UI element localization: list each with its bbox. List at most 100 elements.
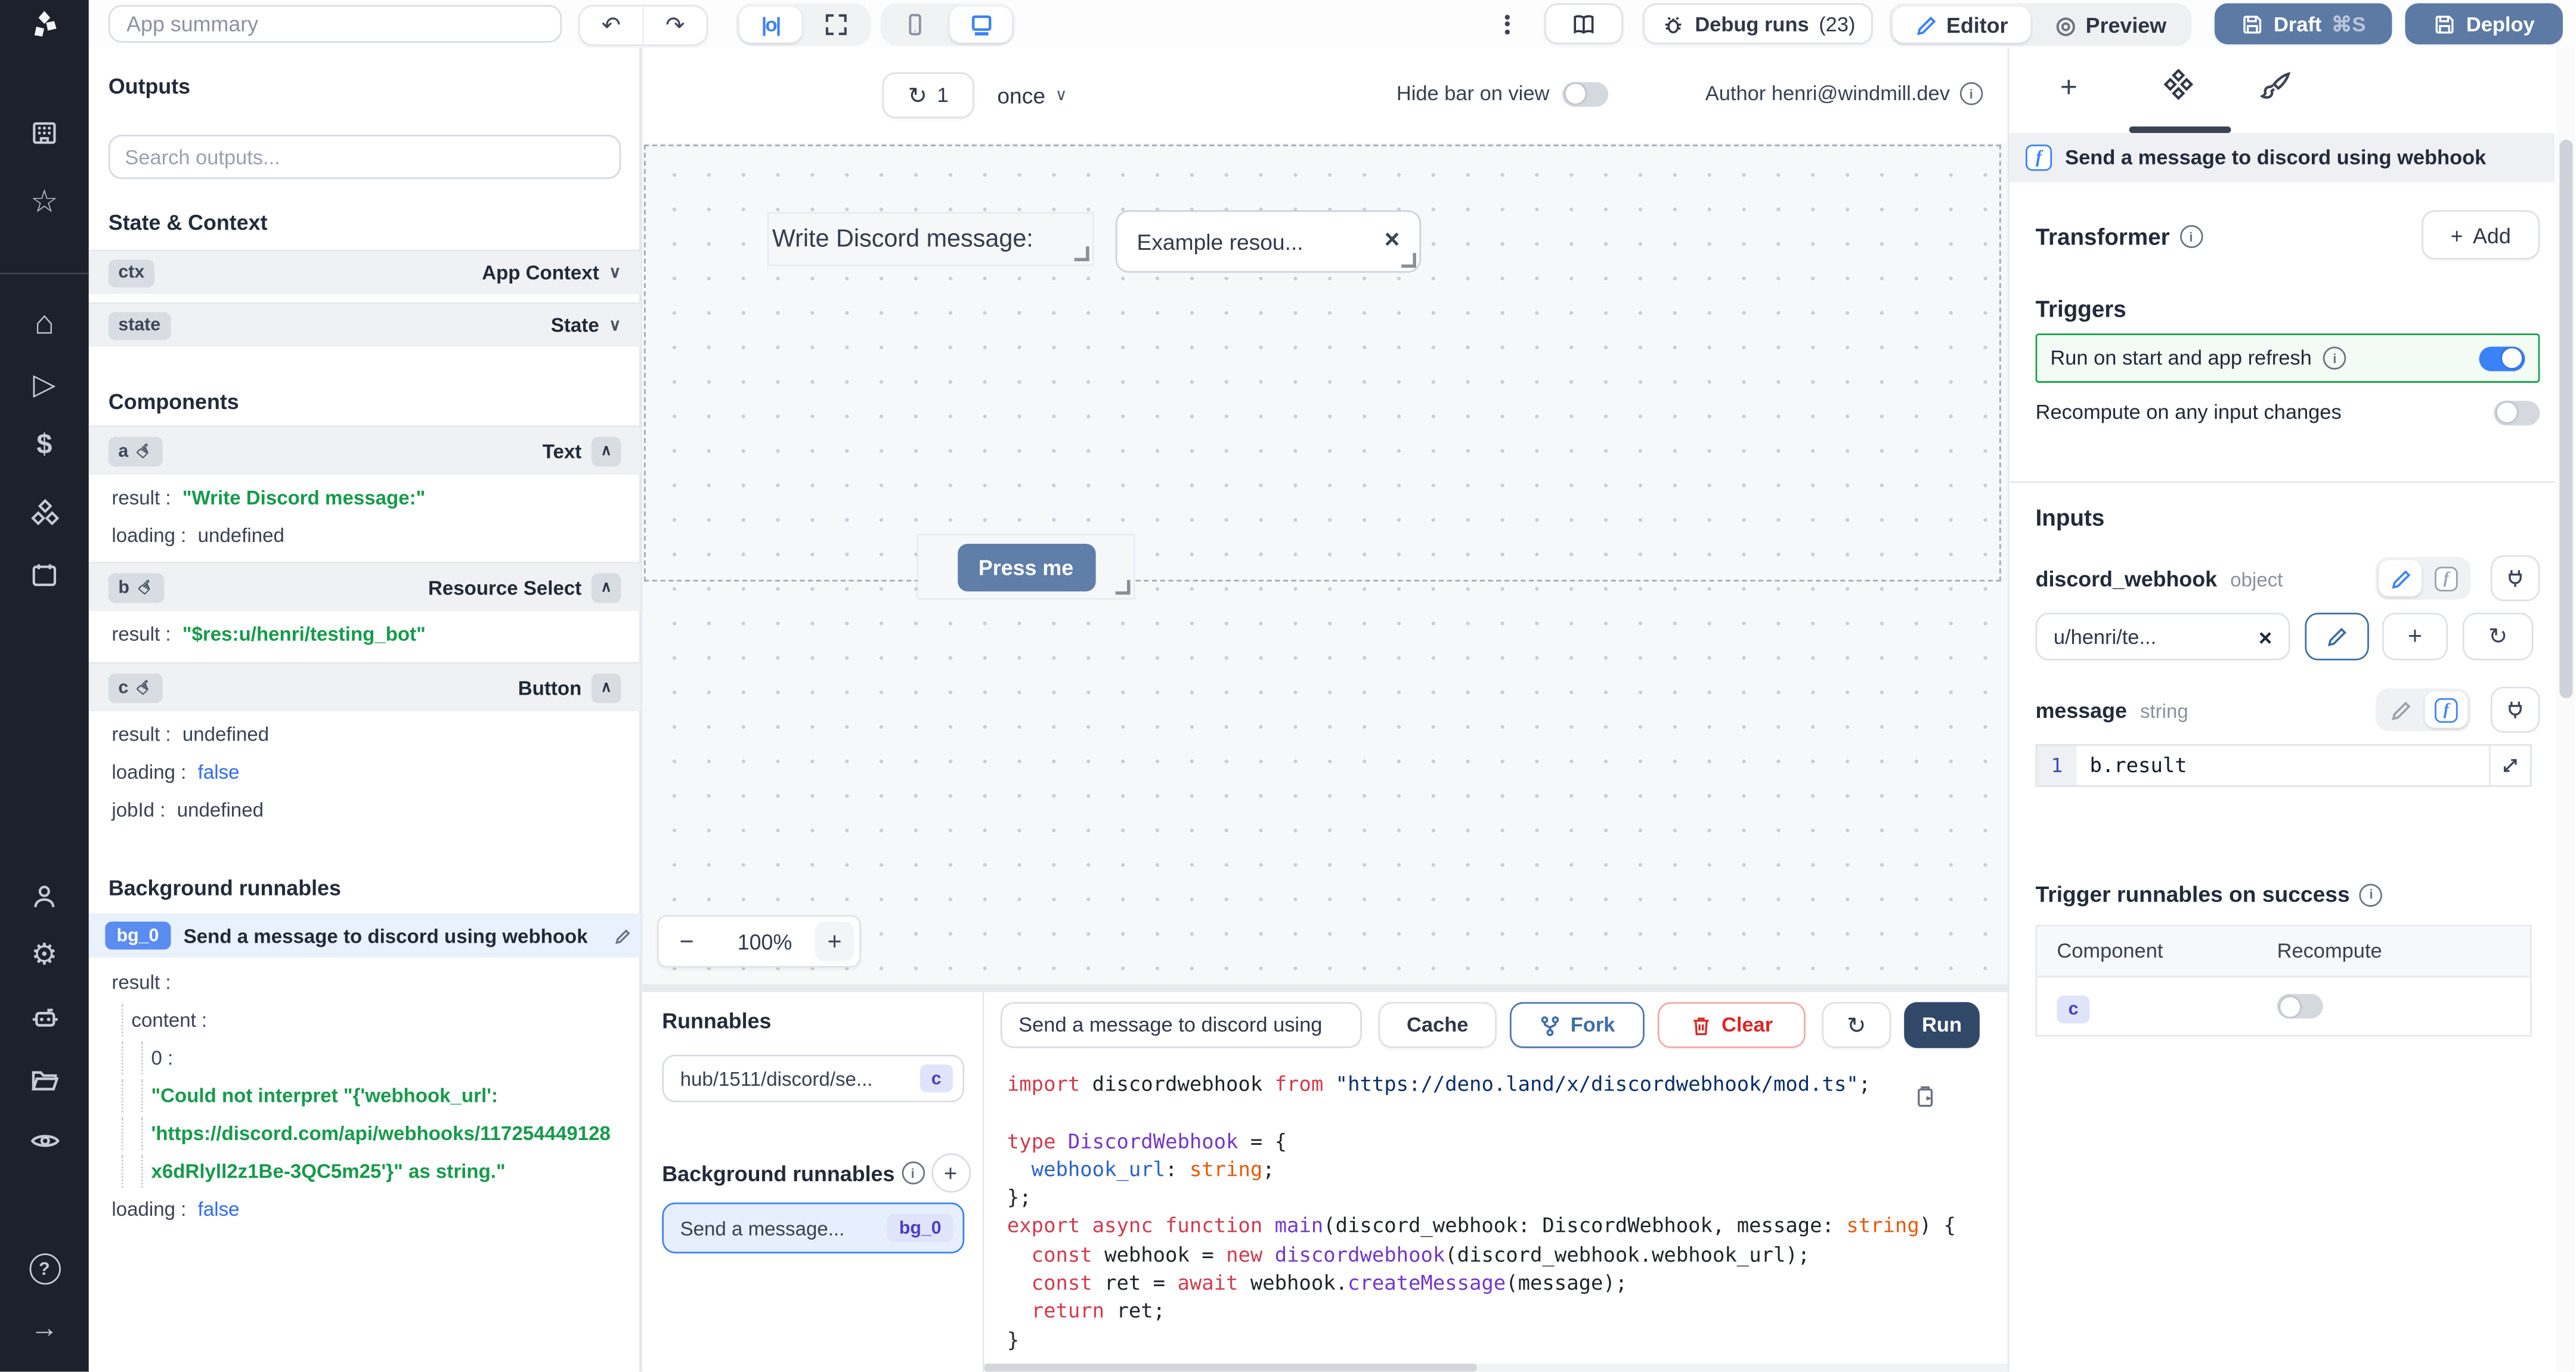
horizontal-splitter[interactable] [642,984,2010,993]
code-area[interactable]: import discordwebhook from "https://deno… [984,1061,2009,1364]
edit-pencil-icon[interactable] [614,927,631,944]
eval-mode-f-icon[interactable]: f [2425,560,2468,596]
discord-webhook-name: discord_webhook [2035,566,2218,591]
redo-button[interactable]: ↷ [642,7,706,45]
resource-value-input[interactable]: u/henri/te... × [2035,612,2290,661]
info-icon[interactable]: i [2360,882,2383,906]
background-runnable-row-bg0[interactable]: bg_0 Send a message to discord using web… [88,913,641,958]
chevron-up-icon[interactable]: ∧ [591,572,621,602]
recompute-toggle[interactable] [2494,399,2540,425]
press-me-button[interactable]: Press me [956,543,1095,591]
copy-code-icon[interactable] [1912,1084,1937,1108]
favorites-star-icon[interactable]: ☆ [0,187,89,218]
runs-icon[interactable]: ▷ [0,370,89,399]
schedules-icon[interactable] [0,560,89,590]
fullscreen-icon[interactable] [805,7,868,43]
deploy-button[interactable]: Deploy [2405,3,2563,45]
workers-icon[interactable] [0,1002,89,1033]
zoom-in-button[interactable]: + [815,921,854,961]
clear-button[interactable]: Clear [1657,1002,1806,1048]
info-icon[interactable]: i [1959,82,1983,106]
docs-button[interactable] [1544,3,1624,45]
output-row-state[interactable]: state State ∨ [88,302,641,347]
add-transformer-button[interactable]: + Add [2422,210,2540,260]
draft-button[interactable]: Draft ⌘S [2214,3,2392,45]
horizontal-scrollbar[interactable] [984,1364,2010,1372]
text-component[interactable]: Write Discord message: [769,213,1093,265]
static-mode-pencil-icon[interactable] [2379,560,2422,597]
line-number: 1 [2037,745,2077,785]
workspace-icon[interactable] [0,118,89,148]
cache-button[interactable]: Cache [1378,1002,1497,1048]
zoom-out-button[interactable]: − [659,927,715,955]
hide-bar-toggle[interactable] [1562,81,1609,106]
run-mode-select[interactable]: once ∨ [997,72,1067,118]
refresh-count-box[interactable]: ↻ 1 [882,72,974,119]
output-row-ctx[interactable]: ctx App Context ∨ [88,249,641,295]
refresh-resource-button[interactable]: ↻ [2462,612,2534,661]
tree-key-content[interactable]: content : [89,1004,641,1037]
undo-button[interactable]: ↶ [580,7,643,44]
home-icon[interactable]: ⌂ [0,307,89,340]
search-outputs-input[interactable] [108,134,621,179]
edit-resource-button[interactable] [2305,612,2369,661]
connect-plug-button[interactable] [2490,555,2540,602]
resize-handle[interactable] [1074,246,1089,262]
runnable-name-input[interactable] [1000,1002,1362,1048]
fork-button[interactable]: Fork [1509,1002,1645,1048]
create-resource-button[interactable]: + [2382,612,2448,661]
mobile-view-icon[interactable] [884,7,946,43]
info-icon[interactable]: i [2179,225,2203,249]
static-mode-pencil-icon[interactable] [2379,692,2422,728]
clear-resource-icon[interactable]: × [2259,624,2272,650]
component-c-id: c [118,677,129,698]
tab-components-icon[interactable] [2160,69,2197,106]
connect-plug-button[interactable] [2490,686,2540,733]
chevron-up-icon[interactable]: ∧ [591,436,621,466]
tab-add-icon[interactable]: + [2060,70,2077,105]
debug-runs-button[interactable]: Debug runs (23) [1643,3,1873,45]
kebab-menu-icon[interactable] [1504,11,1510,36]
runnable-item-bg0-selected[interactable]: Send a message... bg_0 [662,1202,965,1254]
help-icon[interactable]: ? [0,1253,89,1285]
chevron-up-icon[interactable]: ∧ [591,673,621,702]
info-icon[interactable]: i [901,1161,924,1185]
component-row-b[interactable]: b ☞ Resource Select ∧ [88,562,641,611]
user-icon[interactable] [0,882,89,912]
component-row-a[interactable]: a ☞ Text ∧ [88,425,641,475]
app-canvas[interactable]: Write Discord message: Example resou... … [642,143,2010,984]
windmill-logo[interactable] [0,8,89,41]
resource-select-component[interactable]: Example resou... × [1115,210,1422,273]
folders-icon[interactable] [0,1064,89,1095]
resize-handle[interactable] [1401,253,1416,268]
variables-icon[interactable]: $ [0,429,89,460]
refresh-code-button[interactable]: ↻ [1822,1002,1891,1048]
tab-preview[interactable]: ◎ Preview [2034,7,2188,43]
tab-editor[interactable]: Editor [1892,7,2031,43]
resize-handle[interactable] [1115,580,1131,595]
vertical-scrollbar[interactable] [2556,47,2575,1372]
eye-icon[interactable] [0,1125,89,1156]
tree-key-result[interactable]: result : [89,971,641,994]
run-on-start-toggle[interactable] [2479,345,2525,371]
component-row-c[interactable]: c ☞ Button ∧ [88,662,641,711]
resources-icon[interactable] [0,498,89,529]
row-recompute-toggle[interactable] [2277,993,2323,1019]
run-button[interactable]: Run [1904,1002,1980,1048]
app-summary-input[interactable] [108,5,562,43]
settings-gear-icon[interactable]: ⚙ [0,940,89,970]
add-background-runnable-button[interactable]: + [930,1153,971,1193]
info-icon[interactable]: i [2323,346,2346,370]
runnable-item-c[interactable]: hub/1511/discord/se... c [662,1054,965,1102]
expand-sidebar-icon[interactable]: → [0,1314,89,1344]
expand-editor-button[interactable] [2488,745,2530,785]
clear-selection-icon[interactable]: × [1385,227,1400,256]
desktop-view-icon[interactable] [949,7,1013,43]
message-expression-editor[interactable]: 1 b.result [2035,744,2532,787]
chevron-down-icon[interactable]: ∨ [609,316,621,334]
align-center-button[interactable]: |o| [739,7,802,43]
eval-mode-f-icon[interactable]: f [2425,691,2468,728]
tab-styling-icon[interactable] [2259,69,2293,104]
tree-key-index[interactable]: 0 : [89,1041,641,1074]
chevron-down-icon[interactable]: ∨ [609,264,621,281]
